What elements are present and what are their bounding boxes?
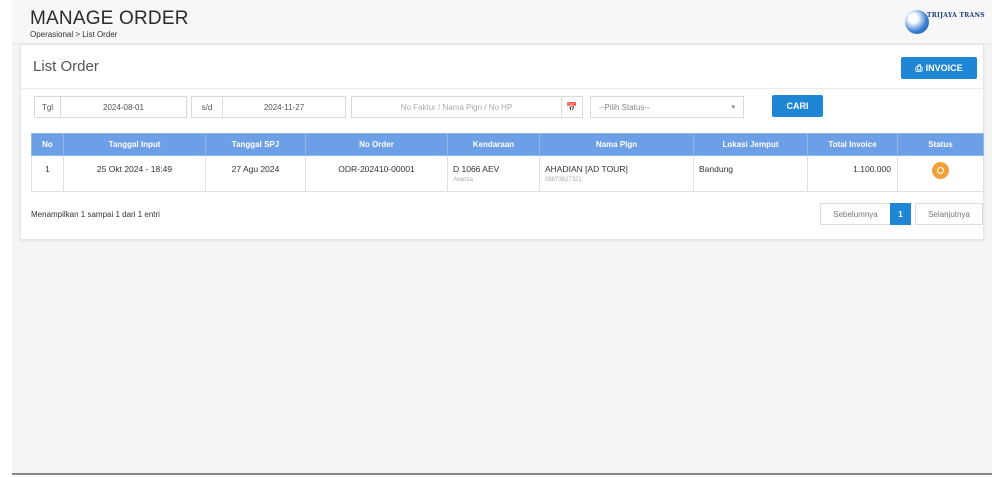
column-header-kendaraan[interactable]: Kendaraan (447, 133, 540, 156)
cell-nama-plgn: AHADIAN [AD TOUR] 08873827321 (539, 155, 694, 192)
cell-tanggal-input: 25 Okt 2024 - 18:49 (63, 155, 206, 192)
table-header-row: No Tanggal Input Tanggal SPJ No Order Ke… (31, 133, 984, 156)
breadcrumb-item-operasional[interactable]: Operasional (30, 30, 73, 39)
order-list-card: List Order ⎙ INVOICE Tgl 2024-08-01 s/d … (20, 44, 984, 240)
card-divider (21, 88, 983, 89)
status-select-value: --Pilih Status-- (599, 102, 650, 112)
cell-kendaraan: D 1066 AEV Avanza (447, 155, 540, 192)
order-table: No Tanggal Input Tanggal SPJ No Order Ke… (31, 133, 984, 192)
logo-text: TRIJAYA TRANS (927, 12, 985, 19)
vehicle-type: Avanza (453, 177, 473, 183)
page-title: MANAGE ORDER (30, 8, 189, 29)
column-header-tanggal-input[interactable]: Tanggal Input (63, 133, 206, 156)
column-header-tanggal-spj[interactable]: Tanggal SPJ (205, 133, 306, 156)
print-icon: ⎙ (915, 62, 923, 73)
status-pending-icon[interactable] (932, 162, 949, 179)
cell-no-order: ODR-202410-00001 (305, 155, 448, 192)
column-header-total-invoice[interactable]: Total Invoice (807, 133, 898, 156)
vehicle-plate: D 1066 AEV (453, 164, 500, 174)
breadcrumb: Operasional > List Order (30, 30, 117, 39)
pagination-next-button[interactable]: Selanjutnya (915, 203, 983, 225)
column-header-lokasi-jemput[interactable]: Lokasi Jemput (693, 133, 808, 156)
top-header: MANAGE ORDER Operasional > List Order TR… (12, 0, 992, 44)
column-header-no[interactable]: No (31, 133, 64, 156)
invoice-button[interactable]: ⎙ INVOICE (901, 57, 977, 79)
pagination-prev-button[interactable]: Sebelumnya (820, 203, 891, 225)
chevron-down-icon: ▾ (731, 104, 735, 111)
cell-lokasi-jemput: Bandung (693, 155, 808, 192)
breadcrumb-separator: > (73, 30, 83, 39)
breadcrumb-item-list-order: List Order (82, 30, 118, 39)
column-header-no-order[interactable]: No Order (305, 133, 448, 156)
page: MANAGE ORDER Operasional > List Order TR… (12, 0, 992, 475)
cell-tanggal-spj: 27 Agu 2024 (205, 155, 306, 192)
date-to-input[interactable]: 2024-11-27 (222, 96, 346, 118)
status-select[interactable]: --Pilih Status-- ▾ (590, 96, 744, 118)
table-row[interactable]: 1 25 Okt 2024 - 18:49 27 Agu 2024 ODR-20… (31, 155, 984, 192)
column-header-nama-plgn[interactable]: Nama Plgn (539, 133, 694, 156)
date-label: Tgl (34, 96, 61, 118)
logo-swoosh-icon (905, 10, 929, 34)
cell-status (897, 155, 984, 192)
cell-no: 1 (31, 155, 64, 192)
date-separator: s/d (191, 96, 223, 118)
customer-phone: 08873827321 (545, 177, 582, 183)
cell-total-invoice: 1.100.000 (807, 155, 898, 192)
customer-name: AHADIAN [AD TOUR] (545, 164, 628, 174)
date-from-input[interactable]: 2024-08-01 (60, 96, 187, 118)
pagination-info: Menampilkan 1 sampai 1 dari 1 entri (31, 210, 160, 219)
card-title: List Order (33, 58, 99, 75)
calendar-icon[interactable]: 📅 (561, 96, 583, 118)
company-logo: TRIJAYA TRANS (905, 8, 985, 34)
search-input[interactable]: No Faktur / Nama Pign / No HP (351, 96, 562, 118)
column-header-status[interactable]: Status (897, 133, 984, 156)
search-button[interactable]: CARI (772, 95, 823, 117)
pagination-page-1[interactable]: 1 (890, 203, 911, 225)
invoice-button-label: INVOICE (925, 63, 963, 73)
